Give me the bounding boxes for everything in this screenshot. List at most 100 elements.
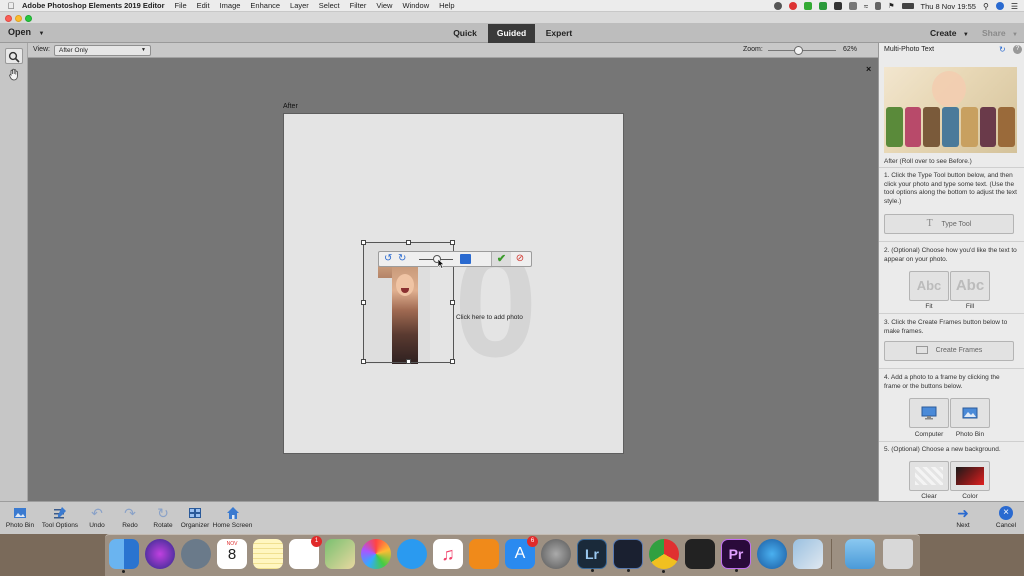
clock[interactable]: Thu 8 Nov 19:55 bbox=[921, 2, 976, 11]
zoom-slider-thumb[interactable] bbox=[794, 46, 803, 55]
chrome-icon[interactable] bbox=[649, 539, 679, 573]
battery-icon[interactable] bbox=[901, 3, 914, 9]
organizer-button[interactable]: Organizer bbox=[179, 502, 211, 535]
menu-help[interactable]: Help bbox=[439, 1, 454, 10]
photo-bin-source-button[interactable] bbox=[950, 398, 990, 428]
chrome-status-icon[interactable] bbox=[788, 2, 797, 10]
volume-icon[interactable] bbox=[875, 2, 882, 10]
tab-quick[interactable]: Quick bbox=[446, 24, 484, 43]
apple-menu-icon[interactable]:  bbox=[0, 1, 22, 11]
lightroom-icon[interactable]: Lr bbox=[577, 539, 607, 572]
resize-handle[interactable] bbox=[450, 300, 455, 305]
siri-icon[interactable] bbox=[995, 2, 1004, 10]
rotate-button[interactable]: ↻ Rotate bbox=[150, 502, 176, 535]
reset-icon[interactable]: ↻ bbox=[999, 45, 1006, 54]
menu-filter[interactable]: Filter bbox=[350, 1, 367, 10]
tab-guided[interactable]: Guided bbox=[488, 24, 535, 43]
next-button[interactable]: ➜ Next bbox=[951, 502, 975, 535]
color-background-button[interactable] bbox=[950, 461, 990, 491]
record-status-icon[interactable] bbox=[773, 2, 782, 10]
resize-handle[interactable] bbox=[450, 240, 455, 245]
ibooks-icon[interactable] bbox=[469, 539, 499, 569]
cancel-button[interactable]: × Cancel bbox=[992, 502, 1020, 535]
fill-button[interactable]: Abc bbox=[950, 271, 990, 301]
open-button[interactable]: Open ▼ bbox=[8, 27, 44, 37]
resize-handle[interactable] bbox=[406, 240, 411, 245]
view-select[interactable]: After Only ▼ bbox=[54, 45, 151, 56]
close-panel-icon[interactable]: × bbox=[866, 64, 871, 74]
itunes-icon[interactable]: ♫ bbox=[433, 539, 463, 569]
green-app-status-icon[interactable] bbox=[818, 2, 827, 10]
tool-options-label: Tool Options bbox=[41, 522, 79, 529]
resize-handle[interactable] bbox=[450, 359, 455, 364]
share-button[interactable]: Share ▼ bbox=[982, 28, 1018, 38]
reminders-icon[interactable]: 1 bbox=[289, 536, 322, 569]
photo-bin-toggle-button[interactable]: Photo Bin bbox=[4, 502, 36, 535]
pen-status-icon[interactable] bbox=[848, 2, 857, 10]
launchpad-icon[interactable] bbox=[181, 539, 211, 569]
finder-icon[interactable] bbox=[109, 539, 139, 573]
type-tool-button[interactable]: T Type Tool bbox=[884, 214, 1014, 234]
siri-dock-icon[interactable] bbox=[145, 539, 175, 569]
cancel-circle-icon[interactable]: ⊘ bbox=[513, 253, 527, 265]
menu-view[interactable]: View bbox=[376, 1, 392, 10]
preview-image[interactable] bbox=[884, 67, 1017, 153]
app-name-menu[interactable]: Adobe Photoshop Elements 2019 Editor bbox=[22, 1, 165, 10]
hand-tool-button[interactable] bbox=[5, 66, 23, 82]
trash-icon[interactable] bbox=[883, 539, 913, 569]
preview-app-icon[interactable] bbox=[793, 539, 823, 569]
photos-icon[interactable] bbox=[361, 539, 391, 569]
zoom-slider[interactable] bbox=[768, 46, 836, 55]
menu-image[interactable]: Image bbox=[220, 1, 241, 10]
maps-icon[interactable] bbox=[325, 539, 355, 569]
notification-center-icon[interactable]: ☰ bbox=[1011, 2, 1018, 11]
resize-handle[interactable] bbox=[361, 359, 366, 364]
fit-button[interactable]: Abc bbox=[909, 271, 949, 301]
menu-enhance[interactable]: Enhance bbox=[250, 1, 280, 10]
app-store-icon[interactable]: A 6 bbox=[505, 536, 538, 569]
menu-select[interactable]: Select bbox=[319, 1, 340, 10]
computer-button[interactable] bbox=[909, 398, 949, 428]
replace-photo-icon[interactable] bbox=[460, 254, 471, 264]
menu-window[interactable]: Window bbox=[402, 1, 429, 10]
resize-handle[interactable] bbox=[361, 240, 366, 245]
rotate-right-icon[interactable]: ↻ bbox=[398, 253, 406, 264]
zoom-window-icon[interactable] bbox=[25, 15, 32, 22]
close-window-icon[interactable] bbox=[5, 15, 12, 22]
add-photo-hint[interactable]: Click here to add photo bbox=[456, 314, 523, 321]
messages-icon[interactable] bbox=[397, 539, 427, 569]
downloads-folder-icon[interactable] bbox=[845, 539, 875, 569]
clear-background-button[interactable] bbox=[909, 461, 949, 491]
zoom-tool-button[interactable] bbox=[5, 48, 23, 64]
premiere-pro-icon[interactable]: Pr bbox=[721, 539, 751, 572]
undo-button[interactable]: ↶ Undo bbox=[86, 502, 108, 535]
notes-icon[interactable] bbox=[253, 539, 283, 569]
canvas-workspace[interactable]: After × 0 Click here to add photo ↺ ↻ ✔ … bbox=[28, 58, 878, 501]
menu-file[interactable]: File bbox=[175, 1, 187, 10]
minimize-window-icon[interactable] bbox=[15, 15, 22, 22]
evernote-status-icon[interactable] bbox=[803, 2, 812, 10]
menu-edit[interactable]: Edit bbox=[197, 1, 210, 10]
home-screen-button[interactable]: Home Screen bbox=[211, 502, 254, 535]
help-icon[interactable]: ? bbox=[1013, 45, 1022, 54]
resize-handle[interactable] bbox=[361, 300, 366, 305]
rotate-left-icon[interactable]: ↺ bbox=[384, 253, 392, 264]
spotlight-search-icon[interactable]: ⚲ bbox=[983, 2, 989, 11]
create-button[interactable]: Create ▼ bbox=[930, 28, 969, 38]
tab-expert[interactable]: Expert bbox=[538, 24, 580, 43]
photoshop-elements-icon[interactable] bbox=[613, 539, 643, 572]
menu-layer[interactable]: Layer bbox=[290, 1, 309, 10]
system-preferences-icon[interactable] bbox=[541, 539, 571, 569]
wifi-icon[interactable]: ≈ bbox=[864, 2, 868, 11]
resize-handle[interactable] bbox=[406, 359, 411, 364]
document-canvas[interactable]: 0 Click here to add photo ↺ ↻ ✔ ⊘ bbox=[283, 113, 624, 454]
tool-options-button[interactable]: Tool Options bbox=[39, 502, 81, 535]
create-frames-button[interactable]: Create Frames bbox=[884, 341, 1014, 361]
keyboard-flag-icon[interactable]: ⚑ bbox=[888, 2, 894, 10]
redo-button[interactable]: ↷ Redo bbox=[119, 502, 141, 535]
calendar-icon[interactable]: NOV 8 bbox=[217, 539, 247, 569]
printer-icon[interactable] bbox=[685, 539, 715, 569]
square-status-icon[interactable] bbox=[833, 2, 842, 10]
commit-checkmark-icon[interactable]: ✔ bbox=[491, 252, 511, 266]
quicktime-icon[interactable] bbox=[757, 539, 787, 569]
